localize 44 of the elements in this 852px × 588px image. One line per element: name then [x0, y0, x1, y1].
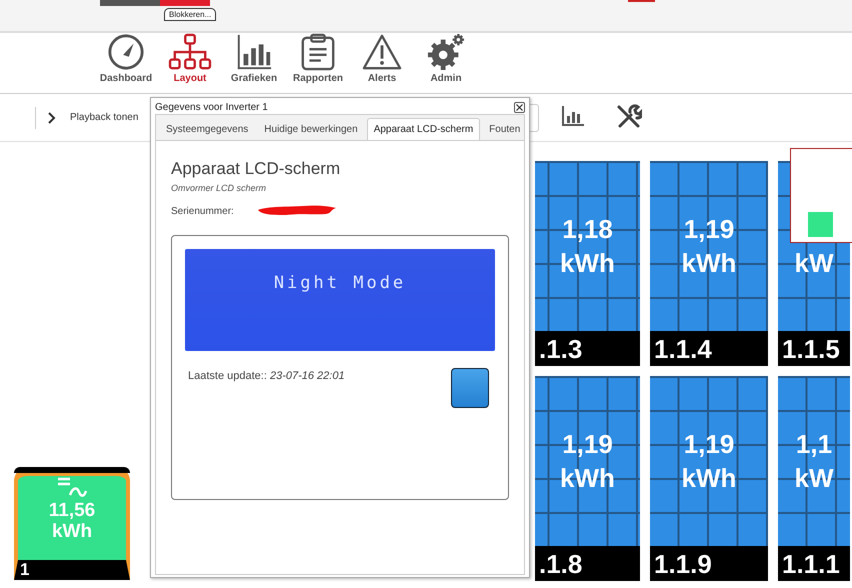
gauge-icon [106, 33, 146, 71]
inverter-tile[interactable]: 11,56 kWh 1 [14, 467, 130, 580]
bar-chart-icon[interactable] [561, 105, 585, 127]
tab[interactable]: Systeemgegevens [159, 118, 256, 141]
status-square [808, 212, 833, 237]
refresh-button[interactable] [451, 368, 489, 408]
inverter-label: 1 [20, 560, 30, 580]
close-button[interactable] [514, 102, 525, 112]
energy-value: 1,19 [684, 213, 734, 246]
energy-unit: kWh [682, 247, 736, 280]
warning-icon [360, 33, 404, 71]
tooltip: Blokkeren... [164, 8, 216, 21]
playback-toggle[interactable]: Playback tonen [70, 112, 138, 123]
energy-unit: kW [794, 247, 834, 280]
energy-value: 1,18 [562, 213, 613, 246]
dialog-title: Gegevens voor Inverter 1 [155, 102, 268, 112]
energy-value: 1,19 [684, 428, 734, 461]
energy-value: 1,1 [796, 428, 832, 461]
dc-ac-icon [56, 476, 88, 500]
welcome-link-fragment [628, 0, 655, 2]
energy-unit: kWh [560, 462, 615, 495]
nav-item[interactable]: Alerts [354, 33, 410, 93]
tab[interactable]: Apparaat LCD-scherm [366, 118, 480, 141]
nav-item[interactable]: Layout [162, 33, 218, 93]
tab[interactable]: Fouten [482, 118, 528, 141]
energy-unit: kW [794, 462, 834, 495]
hierarchy-icon [167, 33, 213, 71]
energy-unit: kWh [560, 247, 615, 280]
energy-unit: kWh [682, 462, 736, 495]
energy-value: 11,56 [48, 500, 96, 522]
tab[interactable]: Huidige bewerkingen [257, 118, 365, 141]
energy-unit: kWh [52, 522, 92, 542]
nav-item[interactable]: Rapporten [290, 33, 346, 93]
section-heading: Apparaat LCD-scherm [171, 159, 342, 179]
energy-value: 1,19 [562, 428, 613, 461]
last-update-text: Laatste update:: 23-07-16 22:01 [188, 370, 345, 382]
serial-label: Serienummer: [171, 206, 234, 216]
tools-icon[interactable] [616, 104, 642, 130]
nav-item[interactable]: Dashboard [98, 33, 154, 93]
chevron-right-icon[interactable] [48, 112, 56, 124]
section-subtitle: Omvormer LCD scherm [171, 183, 268, 193]
lcd-text: Night Mode [274, 273, 406, 295]
nav-item[interactable]: Grafieken [226, 33, 282, 93]
nav-item[interactable]: Admin [418, 33, 474, 93]
